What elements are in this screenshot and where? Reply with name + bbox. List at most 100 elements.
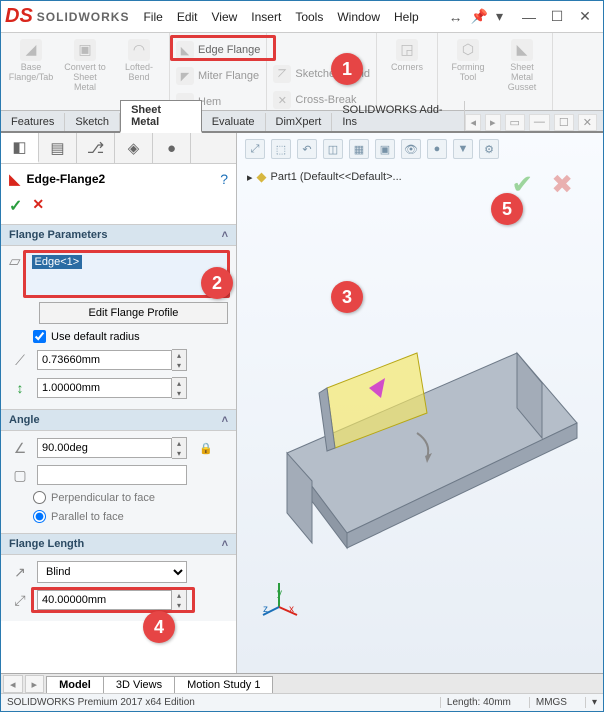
tab-dimxpert[interactable]: DimXpert bbox=[266, 113, 333, 131]
spin-down-icon[interactable]: ▾ bbox=[172, 600, 186, 610]
btab-3dviews[interactable]: 3D Views bbox=[103, 676, 175, 693]
status-units[interactable]: MMGS bbox=[529, 697, 567, 708]
menu-help[interactable]: Help bbox=[394, 10, 419, 24]
tab-sketch[interactable]: Sketch bbox=[65, 113, 120, 131]
angle-icon: ∠ bbox=[9, 440, 31, 457]
confirm-cancel-icon[interactable]: ✖ bbox=[551, 169, 573, 200]
tree-part-label[interactable]: Part1 (Default<<Default>... bbox=[271, 171, 402, 183]
flange-length-header[interactable]: Flange Length˄ bbox=[1, 533, 236, 555]
btab-motion[interactable]: Motion Study 1 bbox=[174, 676, 273, 693]
section-view-icon[interactable]: ◫ bbox=[323, 139, 343, 159]
menu-insert[interactable]: Insert bbox=[251, 10, 281, 24]
panel-tab-strip: ◧ ▤ ⎇ ◈ ● bbox=[1, 133, 236, 164]
gusset-button[interactable]: ◣Sheet Metal Gusset bbox=[498, 35, 546, 93]
tab-max-icon[interactable]: ☐ bbox=[554, 114, 574, 131]
flange-length-input[interactable] bbox=[37, 590, 172, 610]
tab-next-icon[interactable]: ▸ bbox=[485, 114, 501, 131]
zoom-area-icon[interactable]: ⬚ bbox=[271, 139, 291, 159]
titlebar: DS SOLIDWORKS File Edit View Insert Tool… bbox=[1, 1, 603, 33]
length-type-select[interactable]: Blind bbox=[37, 561, 187, 583]
btab-model[interactable]: Model bbox=[46, 676, 104, 693]
panel-tab-target[interactable]: ◈ bbox=[115, 133, 153, 163]
forming-tool-button[interactable]: ⬡Forming Tool bbox=[444, 35, 492, 83]
feature-tree[interactable]: ▸ ◆ Part1 (Default<<Default>... bbox=[247, 169, 402, 185]
tab-prev-icon[interactable]: ◂ bbox=[465, 114, 481, 131]
corners-icon: ◲ bbox=[396, 39, 418, 61]
panel-tab-appearance[interactable]: ● bbox=[153, 133, 191, 163]
flange-params-header[interactable]: Flange Parameters˄ bbox=[1, 224, 236, 246]
ribbon: ◢Base Flange/Tab ▣Convert to Sheet Metal… bbox=[1, 33, 603, 111]
edge-selection-list[interactable]: Edge<1> bbox=[25, 252, 228, 296]
spin-up-icon[interactable]: ▴ bbox=[172, 438, 186, 448]
btab-next-icon[interactable]: ▸ bbox=[25, 675, 45, 693]
angle-face-input[interactable] bbox=[37, 465, 187, 485]
miter-flange-button[interactable]: ◤Miter Flange bbox=[176, 65, 260, 87]
gap-input[interactable] bbox=[37, 378, 172, 398]
use-default-radius-checkbox[interactable]: Use default radius bbox=[33, 330, 228, 343]
pin-icon[interactable]: 📌 bbox=[471, 8, 488, 25]
tab-min-icon[interactable]: — bbox=[529, 114, 550, 131]
spin-up-icon[interactable]: ▴ bbox=[172, 350, 186, 360]
menu-edit[interactable]: Edit bbox=[177, 10, 198, 24]
tab-split-icon[interactable]: ▭ bbox=[505, 114, 525, 131]
ok-button[interactable]: ✓ bbox=[9, 196, 22, 216]
parallel-radio[interactable]: Parallel to face bbox=[33, 510, 228, 523]
spin-down-icon[interactable]: ▾ bbox=[172, 448, 186, 458]
status-menu-icon[interactable]: ▾ bbox=[585, 697, 597, 708]
panel-tab-display[interactable]: ⎇ bbox=[77, 133, 115, 163]
edge-selection-item[interactable]: Edge<1> bbox=[32, 255, 83, 269]
collapse-icon: ˄ bbox=[222, 229, 228, 241]
crossbreak-icon: ✕ bbox=[273, 91, 291, 109]
base-flange-button[interactable]: ◢Base Flange/Tab bbox=[7, 35, 55, 83]
callout-1: 1 bbox=[331, 53, 363, 85]
close-button[interactable]: ✕ bbox=[571, 7, 599, 27]
perpendicular-radio[interactable]: Perpendicular to face bbox=[33, 491, 228, 504]
convert-sheetmetal-button[interactable]: ▣Convert to Sheet Metal bbox=[61, 35, 109, 93]
tab-sheet-metal[interactable]: Sheet Metal bbox=[120, 100, 202, 133]
hide-show-icon[interactable]: 👁 bbox=[401, 139, 421, 159]
tab-close-icon[interactable]: ✕ bbox=[578, 114, 597, 131]
scene-icon[interactable]: ● bbox=[427, 139, 447, 159]
menu-tools[interactable]: Tools bbox=[295, 10, 323, 24]
view-settings-icon[interactable]: ⚙ bbox=[479, 139, 499, 159]
expand-tree-icon[interactable]: ▸ bbox=[247, 171, 253, 184]
maximize-button[interactable]: ☐ bbox=[543, 7, 571, 27]
triad-z-label: z bbox=[263, 604, 268, 615]
tab-features[interactable]: Features bbox=[1, 113, 65, 131]
display-style-icon[interactable]: ▣ bbox=[375, 139, 395, 159]
dropdown-icon[interactable]: ▾ bbox=[496, 8, 503, 25]
menu-view[interactable]: View bbox=[212, 10, 238, 24]
menu-window[interactable]: Window bbox=[337, 10, 380, 24]
prev-view-icon[interactable]: ↶ bbox=[297, 139, 317, 159]
spin-down-icon[interactable]: ▾ bbox=[172, 388, 186, 398]
orientation-triad[interactable]: y x z bbox=[259, 577, 299, 617]
angle-header[interactable]: Angle˄ bbox=[1, 409, 236, 431]
angle-input[interactable] bbox=[37, 438, 172, 458]
lock-icon[interactable]: 🔒 bbox=[199, 442, 213, 455]
view-orient-icon[interactable]: ▦ bbox=[349, 139, 369, 159]
viewport[interactable]: ⤢ ⬚ ↶ ◫ ▦ ▣ 👁 ● ▼ ⚙ ▸ ◆ Part1 (Default<<… bbox=[237, 133, 603, 673]
status-product: SOLIDWORKS Premium 2017 x64 Edition bbox=[7, 697, 195, 708]
edit-flange-profile-button[interactable]: Edit Flange Profile bbox=[39, 302, 228, 324]
spin-up-icon[interactable]: ▴ bbox=[172, 378, 186, 388]
face-icon: ▢ bbox=[9, 467, 31, 484]
tab-evaluate[interactable]: Evaluate bbox=[202, 113, 266, 131]
corners-button[interactable]: ◲Corners bbox=[383, 35, 431, 73]
panel-tab-config[interactable]: ▤ bbox=[39, 133, 77, 163]
cancel-button[interactable]: ✕ bbox=[32, 196, 44, 216]
callout-2: 2 bbox=[201, 267, 233, 299]
spin-up-icon[interactable]: ▴ bbox=[172, 590, 186, 600]
minimize-button[interactable]: — bbox=[515, 7, 543, 27]
panel-tab-feature[interactable]: ◧ bbox=[1, 133, 39, 163]
btab-prev-icon[interactable]: ◂ bbox=[3, 675, 23, 693]
zoom-fit-icon[interactable]: ⤢ bbox=[245, 139, 265, 159]
spin-down-icon[interactable]: ▾ bbox=[172, 360, 186, 370]
tab-addins[interactable]: SOLIDWORKS Add-Ins bbox=[332, 101, 465, 131]
menu-file[interactable]: File bbox=[143, 10, 162, 24]
help-icon[interactable]: ? bbox=[220, 171, 228, 187]
edge-flange-button[interactable]: ◣Edge Flange bbox=[176, 39, 260, 61]
bend-radius-input[interactable] bbox=[37, 350, 172, 370]
expand-icon[interactable]: ↔ bbox=[449, 9, 463, 25]
lofted-bend-button[interactable]: ◠Lofted-Bend bbox=[115, 35, 163, 83]
apply-scene-icon[interactable]: ▼ bbox=[453, 139, 473, 159]
